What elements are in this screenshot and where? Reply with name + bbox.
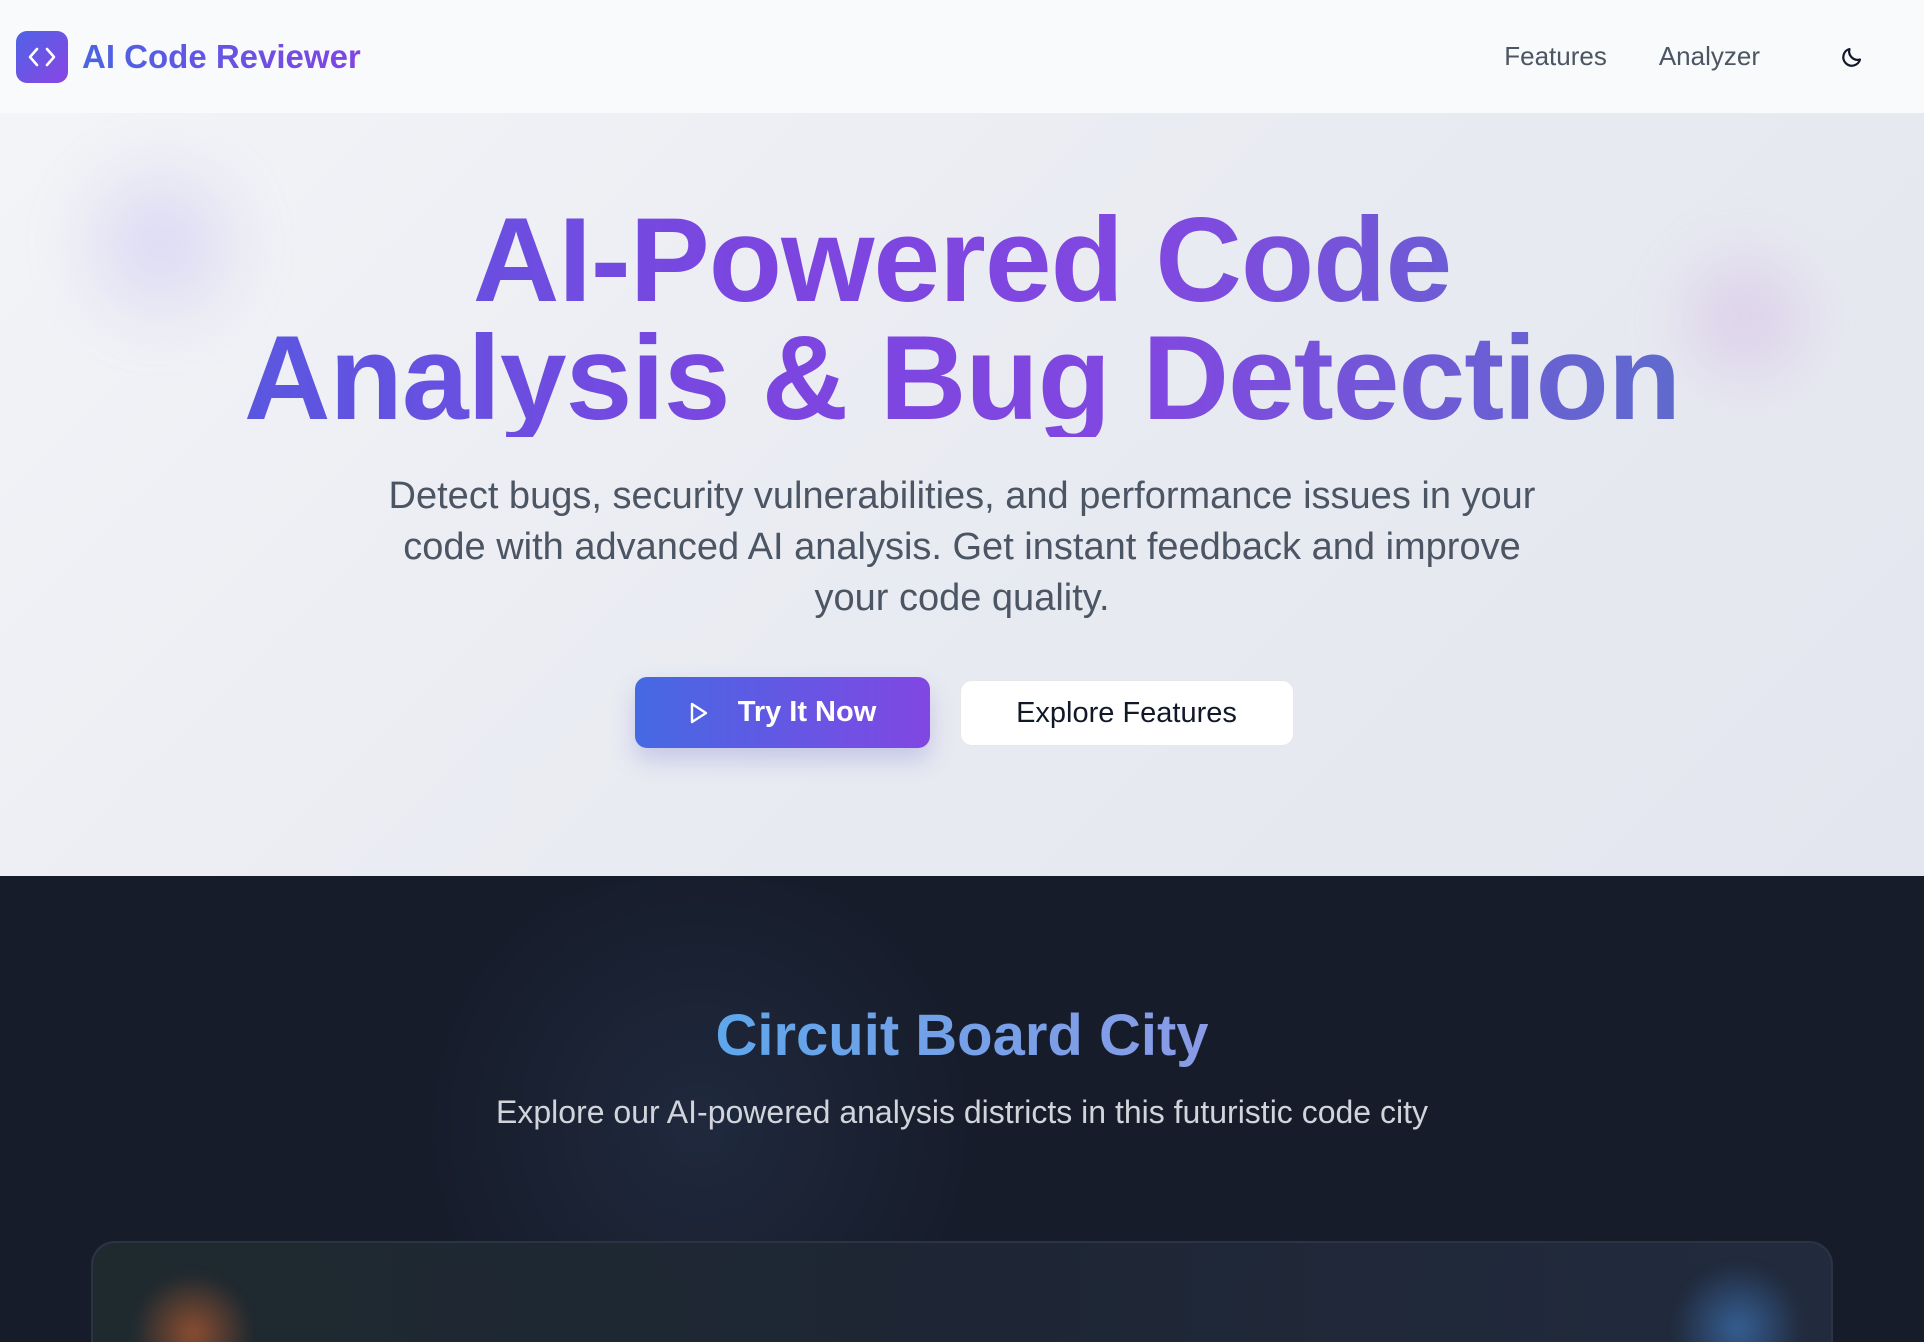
try-it-now-button[interactable]: Try It Now bbox=[634, 677, 930, 748]
district-light-blue bbox=[1673, 1263, 1803, 1342]
main-nav: Features Analyzer bbox=[1504, 37, 1908, 77]
city-section-subtitle: Explore our AI-powered analysis district… bbox=[496, 1094, 1428, 1130]
play-icon bbox=[690, 702, 707, 723]
try-it-now-label: Try It Now bbox=[737, 696, 877, 728]
circuit-board-city-section: Circuit Board City Explore our AI-powere… bbox=[0, 876, 1924, 1342]
city-map-panel[interactable] bbox=[91, 1241, 1833, 1342]
top-nav-bar: AI Code Reviewer Features Analyzer bbox=[0, 0, 1924, 113]
city-section-title: Circuit Board City bbox=[0, 1002, 1924, 1069]
city-section-title-text: Circuit Board City bbox=[715, 1003, 1209, 1068]
explore-features-button[interactable]: Explore Features bbox=[959, 680, 1294, 746]
hero-title-line-1: AI-Powered Code bbox=[0, 200, 1924, 320]
hero-title: AI-Powered Code Analysis & Bug Detection bbox=[0, 200, 1924, 438]
nav-link-analyzer[interactable]: Analyzer bbox=[1659, 41, 1760, 72]
explore-features-label: Explore Features bbox=[1016, 696, 1237, 729]
nav-link-features[interactable]: Features bbox=[1504, 41, 1607, 72]
hero-subtitle: Detect bugs, security vulnerabilities, a… bbox=[388, 475, 1536, 619]
district-light-orange bbox=[133, 1273, 253, 1342]
brand-name: AI Code Reviewer bbox=[82, 37, 361, 75]
code-brackets-icon bbox=[16, 30, 68, 83]
brand-link[interactable]: AI Code Reviewer bbox=[16, 30, 361, 83]
moon-icon bbox=[1842, 47, 1862, 67]
hero-section: AI-Powered Code Analysis & Bug Detection… bbox=[0, 113, 1924, 876]
hero-title-line-2: Analysis & Bug Detection bbox=[0, 318, 1924, 438]
theme-toggle-button[interactable] bbox=[1832, 37, 1872, 77]
cta-row: Try It Now Explore Features bbox=[0, 677, 1924, 748]
